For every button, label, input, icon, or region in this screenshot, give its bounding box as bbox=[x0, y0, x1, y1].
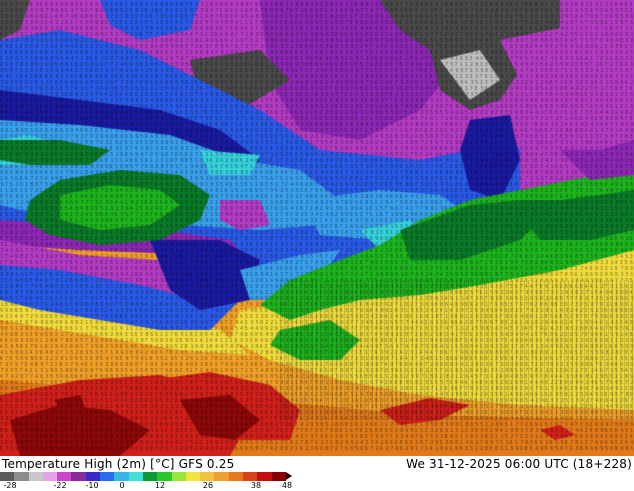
legend-swatch bbox=[271, 472, 286, 481]
legend-swatch bbox=[200, 472, 215, 481]
legend-swatch bbox=[128, 472, 143, 481]
legend-swatch bbox=[71, 472, 86, 481]
legend-swatch bbox=[157, 472, 172, 481]
temperature-map bbox=[0, 0, 634, 456]
legend-tick-label: 0 bbox=[119, 481, 125, 490]
legend-swatch bbox=[243, 472, 258, 481]
legend-swatch bbox=[142, 472, 158, 481]
legend-arrow-icon bbox=[285, 472, 292, 480]
map-date: We 31-12-2025 06:00 UTC (18+228) bbox=[406, 457, 632, 471]
map-footer: Temperature High (2m) [°C] GFS 0.25 We 3… bbox=[0, 456, 634, 490]
legend-swatch bbox=[57, 472, 72, 481]
legend-swatch bbox=[0, 472, 15, 481]
legend-tick-label: 38 bbox=[250, 481, 262, 490]
legend-tick-label: 12 bbox=[154, 481, 166, 490]
legend-swatch bbox=[171, 472, 186, 481]
legend-swatch bbox=[42, 472, 58, 481]
map-title: Temperature High (2m) [°C] GFS 0.25 bbox=[2, 457, 235, 471]
legend-swatch bbox=[114, 472, 129, 481]
legend-tick-label: -10 bbox=[85, 481, 99, 490]
legend-swatch bbox=[257, 472, 272, 481]
legend-swatch bbox=[228, 472, 244, 481]
legend-tick-label: -28 bbox=[3, 481, 17, 490]
legend-swatch bbox=[214, 472, 229, 481]
legend-swatch bbox=[185, 472, 201, 481]
legend-tick-label: 26 bbox=[202, 481, 214, 490]
legend-swatch bbox=[28, 472, 43, 481]
legend-tick-label: -22 bbox=[53, 481, 67, 490]
legend-tick-label: 48 bbox=[281, 481, 293, 490]
legend-swatch bbox=[14, 472, 29, 481]
map-frame: Temperature High (2m) [°C] GFS 0.25 We 3… bbox=[0, 0, 634, 490]
color-legend-bar bbox=[0, 472, 292, 481]
legend-swatch bbox=[100, 472, 115, 481]
legend-swatch bbox=[85, 472, 101, 481]
